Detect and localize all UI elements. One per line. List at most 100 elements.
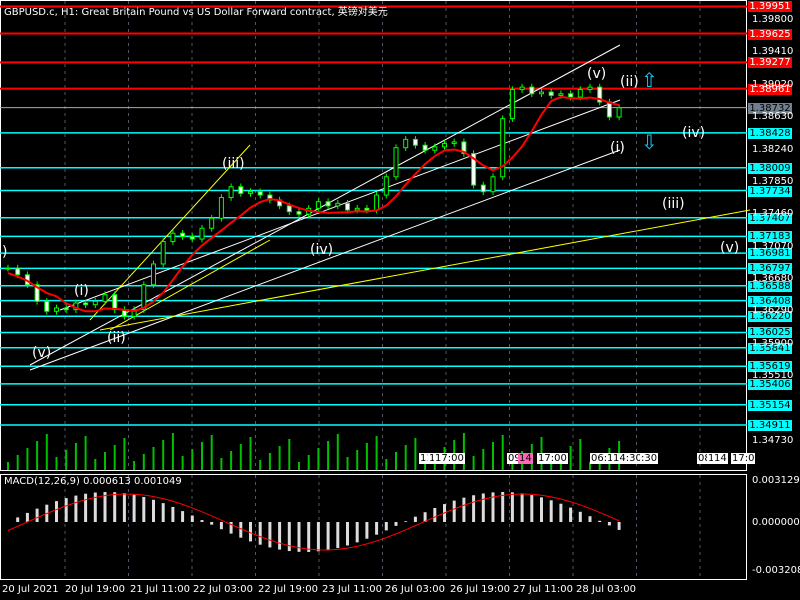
- candle-body: [539, 91, 544, 95]
- volume-bar: [268, 453, 271, 470]
- volume-bar: [220, 458, 223, 470]
- macd-histogram-bar: [472, 495, 476, 522]
- macd-histogram-bar: [181, 511, 185, 522]
- time-axis-label: 23 Jul 11:00: [322, 584, 382, 595]
- macd-histogram-bar: [113, 492, 117, 522]
- macd-histogram-bar: [346, 522, 349, 546]
- candle-body: [5, 267, 11, 270]
- cyan-level-tag: 1.37734: [748, 185, 792, 197]
- candle-body: [432, 146, 438, 151]
- candle-body: [160, 241, 166, 265]
- candle-body: [558, 93, 564, 96]
- event-marker[interactable]: 17:0: [731, 453, 756, 464]
- price-axis-tick: 1.39800: [752, 14, 794, 25]
- macd-histogram-bar: [384, 522, 388, 531]
- cyan-level-tag: 1.38009: [748, 162, 792, 174]
- macd-pane-border: [0, 474, 747, 580]
- candle-body: [238, 186, 244, 194]
- event-marker[interactable]: 17:00: [537, 453, 568, 464]
- price-axis-tick: 1.37850: [752, 175, 794, 187]
- volume-bar: [65, 450, 68, 470]
- cyan-level-tag: 1.35154: [748, 399, 792, 411]
- price-chart[interactable]: [0, 0, 800, 600]
- volume-bar: [375, 436, 378, 470]
- macd-histogram-bar: [569, 507, 573, 522]
- event-marker[interactable]: 17:00: [434, 453, 465, 464]
- volume-bar: [181, 456, 184, 470]
- cyan-level-tag: 1.36025: [748, 327, 792, 339]
- macd-histogram-bar: [540, 497, 543, 522]
- red-level-tag: 1.39951: [748, 1, 792, 13]
- volume-bar: [579, 439, 582, 470]
- macd-histogram-bar: [239, 522, 243, 538]
- macd-histogram-bar: [336, 522, 340, 549]
- macd-histogram-bar: [316, 522, 320, 552]
- macd-histogram-bar: [35, 508, 39, 522]
- time-axis-label: 27 Jul 11:00: [513, 584, 573, 595]
- macd-histogram-bar: [84, 493, 88, 522]
- volume-bar: [249, 437, 252, 470]
- candle-body: [286, 205, 292, 213]
- volume-bar: [94, 459, 97, 470]
- time-axis-label: 20 Jul 2021: [2, 584, 59, 595]
- candle-body: [422, 144, 428, 151]
- wave-label: (iv): [310, 242, 334, 258]
- volume-bar: [55, 457, 58, 470]
- candle-body: [315, 201, 321, 209]
- macd-histogram-bar: [452, 500, 456, 522]
- wave-label: ): [2, 244, 8, 260]
- volume-bar: [395, 452, 397, 470]
- main-pane-border: [0, 0, 747, 471]
- candle-body: [83, 302, 89, 306]
- macd-histogram-bar: [171, 506, 175, 522]
- macd-histogram-bar: [433, 507, 437, 522]
- macd-histogram-bar: [578, 511, 582, 522]
- macd-histogram-bar: [190, 515, 194, 522]
- macd-histogram-bar: [375, 522, 379, 535]
- volume-bar: [16, 455, 19, 470]
- macd-histogram-bar: [64, 498, 68, 522]
- price-axis-tick: 1.38630: [752, 111, 794, 123]
- candle-body: [199, 227, 205, 240]
- wave-label: (v): [720, 240, 740, 256]
- candle-body: [228, 186, 234, 199]
- macd-histogram-bar: [510, 492, 514, 522]
- volume-bar: [113, 445, 116, 470]
- wave-label: (v): [587, 66, 607, 82]
- volume-bar: [414, 438, 417, 470]
- volume-bar: [142, 454, 145, 470]
- macd-histogram-bar: [161, 503, 165, 522]
- macd-histogram-bar: [122, 493, 126, 522]
- candle-body: [529, 86, 535, 95]
- event-marker[interactable]: 14: [518, 453, 533, 464]
- volume-bar: [84, 436, 87, 470]
- price-axis-tick: 1.35900: [752, 337, 794, 349]
- volume-bar: [133, 461, 136, 470]
- candle-body: [374, 194, 380, 211]
- macd-histogram-bar: [549, 500, 553, 522]
- candle-body: [335, 202, 341, 207]
- macd-histogram-bar: [607, 522, 611, 526]
- volume-bar: [104, 452, 106, 470]
- up-arrow-icon: ⇧: [641, 68, 658, 92]
- macd-histogram-bar: [365, 522, 369, 539]
- candle-body: [209, 217, 215, 229]
- candle-body: [354, 207, 360, 211]
- volume-bar: [569, 446, 572, 470]
- event-marker[interactable]: 14:30: [612, 453, 643, 464]
- chart-window[interactable]: GBPUSD.c, H1: Great Britain Pound vs US …: [0, 0, 800, 600]
- macd-label: MACD(12,26,9) 0.000613 0.001049: [4, 476, 182, 487]
- volume-bar: [36, 441, 39, 470]
- candle-body: [490, 176, 496, 193]
- event-marker[interactable]: :30: [640, 453, 659, 464]
- event-marker[interactable]: 14: [713, 453, 728, 464]
- candle-body: [15, 267, 21, 276]
- macd-axis-tick: 0.000000: [752, 517, 800, 528]
- volume-bar: [482, 449, 485, 470]
- volume-bar: [259, 460, 262, 470]
- volume-bar: [152, 447, 155, 470]
- macd-histogram-bar: [249, 522, 252, 542]
- volume-bar: [201, 442, 203, 470]
- volume-bar: [74, 443, 77, 470]
- macd-histogram-bar: [530, 495, 534, 522]
